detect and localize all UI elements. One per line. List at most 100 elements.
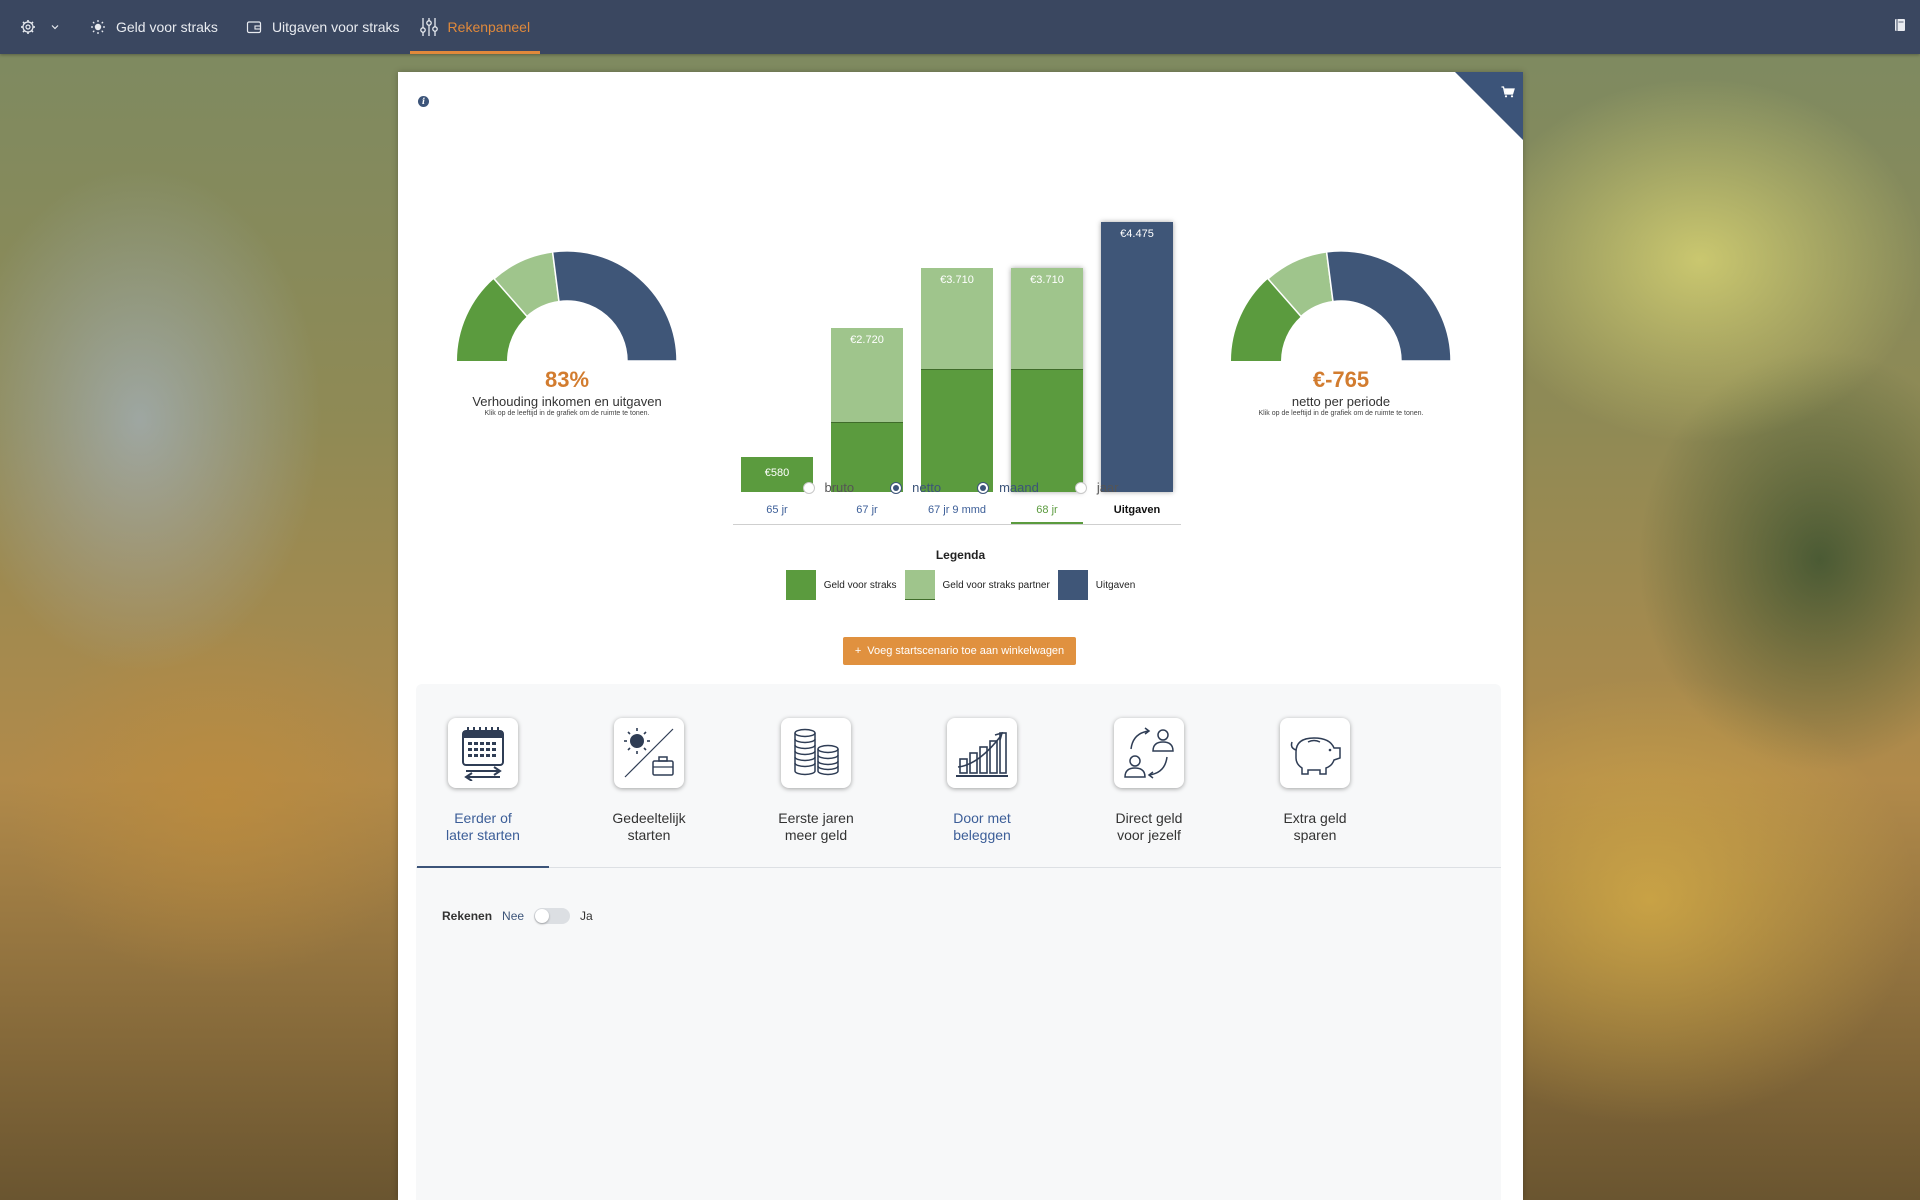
legend-swatch — [785, 570, 816, 600]
bar-value-label: €580 — [764, 467, 790, 480]
gear-icon — [21, 20, 35, 34]
bar-segment-exp — [1101, 222, 1173, 492]
gauge-segment-expenses — [1325, 250, 1452, 362]
tab-label: Gedeeltelijk starten — [612, 810, 686, 843]
tab-gedeeltelijk-starten[interactable]: Gedeeltelijk starten — [583, 684, 715, 868]
nav-uitgaven-voor-straks[interactable]: Uitgaven voor straks — [236, 0, 410, 54]
tab-icon-box — [947, 718, 1017, 788]
radio-bruto[interactable]: bruto — [802, 480, 855, 495]
tab-icon-box — [448, 718, 518, 788]
rekenen-switch[interactable] — [534, 908, 571, 924]
radio-dot — [890, 481, 903, 494]
net-gauge[interactable]: €-765 netto per periode Klik op de leeft… — [1226, 247, 1456, 417]
legend-swatch — [1057, 570, 1088, 600]
nav-label: Uitgaven voor straks — [271, 19, 400, 35]
legend-item: Geld voor straks partner — [904, 570, 1050, 600]
bar-68-jr[interactable]: €3.710 — [1011, 268, 1083, 492]
ratio-hint: Klik op de leeftijd in de grafiek om de … — [484, 410, 650, 417]
x-axis-label[interactable]: 65 jr — [732, 504, 822, 516]
top-navigation: Geld voor straks Uitgaven voor straks Re… — [0, 0, 1920, 54]
radio-dot — [802, 481, 815, 494]
x-axis-line — [733, 524, 1181, 525]
radio-dot — [977, 481, 990, 494]
ratio-donut-chart — [457, 250, 678, 362]
gauge-segment-expenses — [551, 250, 678, 362]
radio-dot — [1074, 481, 1087, 494]
legend-title: Legenda — [935, 548, 986, 562]
wallet-icon — [246, 21, 262, 34]
income-bar-chart: €580 65 jr €2.720 67 jr €3.710 67 jr 9 mmd €3.… — [733, 132, 1193, 532]
net-value: €-765 — [1312, 367, 1370, 392]
tab-label: Eerder of later starten — [446, 810, 520, 843]
tab-direct-geld-voor-jezelf[interactable]: Direct geld voor jezelf — [1083, 684, 1215, 868]
net-donut-chart — [1231, 250, 1452, 362]
legend-label: Geld voor straks partner — [942, 579, 1050, 591]
bar-uitgaven[interactable]: €4.475 — [1101, 222, 1173, 492]
bar-value-label: €4.475 — [1120, 228, 1154, 240]
growth-chart-icon — [956, 731, 1008, 777]
add-button-label: Voeg startscenario toe aan winkelwagen — [867, 645, 1065, 657]
sun-briefcase-icon — [624, 728, 674, 778]
bar-67-jr-9-mmd[interactable]: €3.710 — [921, 268, 993, 492]
radio-maand[interactable]: maand — [977, 480, 1039, 495]
tab-eerste-jaren-meer-geld[interactable]: Eerste jaren meer geld — [750, 684, 882, 868]
nav-rekenpaneel[interactable]: Rekenpaneel — [409, 0, 541, 54]
nav-label: Geld voor straks — [116, 19, 218, 35]
sun-icon — [91, 20, 105, 34]
rekenen-toggle-row: Rekenen Nee Ja — [442, 908, 593, 924]
toggle-off-label[interactable]: Nee — [502, 909, 524, 923]
tab-label: Door met beleggen — [953, 810, 1011, 843]
tab-label: Eerste jaren meer geld — [778, 810, 854, 843]
scenario-panel: Eerder of later starten Gedeeltelijk start… — [416, 684, 1501, 1200]
tab-icon-box — [1280, 718, 1350, 788]
tab-label: Extra geld sparen — [1283, 810, 1347, 843]
net-hint: Klik op de leeftijd in de grafiek om de … — [1258, 410, 1424, 417]
shopping-cart-icon — [1501, 86, 1515, 98]
rekenen-label: Rekenen — [442, 909, 493, 923]
legend-label: Uitgaven — [1095, 579, 1136, 591]
radio-label: jaar — [1096, 480, 1119, 495]
ratio-gauge[interactable]: 83% Verhouding inkomen en uitgaven Klik … — [452, 247, 682, 417]
legend-item: Geld voor straks — [785, 570, 897, 600]
bar-segment-main — [921, 370, 993, 492]
x-axis-label[interactable]: 67 jr 9 mmd — [912, 504, 1002, 516]
ratio-value: 83% — [544, 367, 590, 392]
radio-label: maand — [999, 480, 1039, 495]
x-axis-label[interactable]: 68 jr — [1002, 504, 1092, 516]
bar-67-jr[interactable]: €2.720 — [831, 327, 903, 492]
legend-swatch — [904, 570, 935, 600]
plus-icon: + — [854, 645, 862, 657]
book-icon — [1895, 19, 1905, 31]
bar-value-label: €2.720 — [850, 333, 884, 346]
tab-icon-box — [781, 718, 851, 788]
radio-label: bruto — [824, 480, 855, 495]
net-label: netto per periode — [1291, 394, 1391, 409]
radio-label: netto — [912, 480, 942, 495]
radio-jaar[interactable]: jaar — [1074, 480, 1119, 495]
piggy-bank-icon — [1290, 737, 1341, 775]
display-options: bruto netto maand jaar — [398, 480, 1523, 495]
ratio-label: Verhouding inkomen en uitgaven — [472, 394, 662, 409]
toggle-on-label[interactable]: Ja — [580, 909, 593, 923]
nav-geld-voor-straks[interactable]: Geld voor straks — [80, 0, 228, 54]
tab-icon-box — [1114, 718, 1184, 788]
calculation-panel: i 83% Verhouding inkomen en uitgaven Kli… — [398, 72, 1523, 1200]
tab-eerder-of-later-starten[interactable]: Eerder of later starten — [417, 684, 549, 868]
exchange-people-icon — [1124, 727, 1174, 779]
settings-menu[interactable] — [0, 0, 60, 54]
legend-item: Uitgaven — [1057, 570, 1136, 600]
add-to-cart-button[interactable]: + Voeg startscenario toe aan winkelwagen — [843, 637, 1076, 665]
x-axis-label: Uitgaven — [1113, 504, 1161, 516]
sliders-icon — [419, 18, 438, 36]
info-icon[interactable]: i — [418, 96, 429, 107]
bar-value-label: €3.710 — [940, 274, 974, 287]
tab-extra-geld-sparen[interactable]: Extra geld sparen — [1249, 684, 1381, 868]
radio-netto[interactable]: netto — [890, 480, 941, 495]
chart-legend: Geld voor straks Geld voor straks partner… — [398, 570, 1523, 600]
x-axis-label[interactable]: 67 jr — [822, 504, 912, 516]
legend-label: Geld voor straks — [823, 579, 897, 591]
nav-label: Rekenpaneel — [447, 19, 531, 35]
tab-door-met-beleggen[interactable]: Door met beleggen — [916, 684, 1048, 868]
cart-button[interactable] — [1501, 83, 1515, 102]
handbook-button[interactable] — [1894, 17, 1906, 36]
